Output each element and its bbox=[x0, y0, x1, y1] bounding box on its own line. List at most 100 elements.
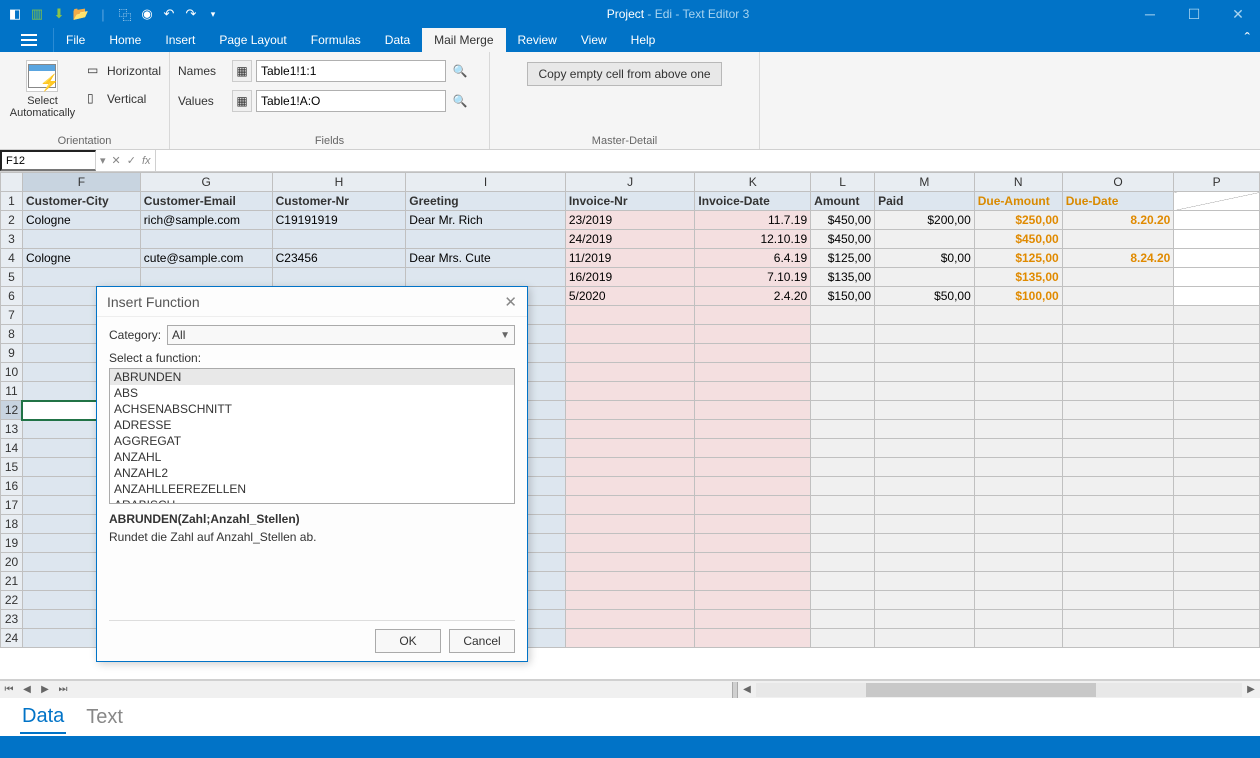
cell[interactable] bbox=[875, 268, 975, 287]
cell[interactable]: 5/2020 bbox=[565, 287, 695, 306]
cell[interactable] bbox=[875, 420, 975, 439]
cell[interactable]: Due-Amount bbox=[974, 192, 1062, 211]
cell[interactable] bbox=[1174, 211, 1260, 230]
cell[interactable] bbox=[1174, 496, 1260, 515]
cell[interactable] bbox=[875, 458, 975, 477]
copy-icon[interactable]: ⿻ bbox=[116, 5, 134, 23]
save-icon[interactable]: ⬇ bbox=[50, 5, 68, 23]
cell[interactable] bbox=[974, 515, 1062, 534]
row-header[interactable]: 2 bbox=[1, 211, 23, 230]
cell[interactable] bbox=[1062, 344, 1174, 363]
cell[interactable] bbox=[565, 420, 695, 439]
cell[interactable] bbox=[1174, 192, 1260, 211]
cell[interactable] bbox=[875, 534, 975, 553]
cell[interactable] bbox=[811, 477, 875, 496]
row-header[interactable]: 10 bbox=[1, 363, 23, 382]
cell[interactable] bbox=[695, 496, 811, 515]
cell[interactable] bbox=[811, 610, 875, 629]
cell[interactable] bbox=[1174, 344, 1260, 363]
names-search-icon[interactable]: 🔍 bbox=[450, 60, 470, 82]
cell[interactable] bbox=[974, 591, 1062, 610]
cell[interactable]: 16/2019 bbox=[565, 268, 695, 287]
row-header[interactable]: 11 bbox=[1, 382, 23, 401]
cell[interactable]: $0,00 bbox=[875, 249, 975, 268]
cell[interactable] bbox=[811, 515, 875, 534]
cell[interactable] bbox=[695, 591, 811, 610]
cell[interactable] bbox=[1062, 553, 1174, 572]
cell[interactable] bbox=[695, 515, 811, 534]
cell[interactable] bbox=[875, 496, 975, 515]
cell[interactable] bbox=[811, 458, 875, 477]
cell[interactable] bbox=[1062, 420, 1174, 439]
cell[interactable] bbox=[811, 363, 875, 382]
cell[interactable]: 11.7.19 bbox=[695, 211, 811, 230]
cell[interactable]: 24/2019 bbox=[565, 230, 695, 249]
cell[interactable]: Customer-Email bbox=[140, 192, 272, 211]
col-header[interactable]: P bbox=[1174, 173, 1260, 192]
file-menu-icon[interactable] bbox=[4, 28, 54, 52]
cell[interactable] bbox=[695, 382, 811, 401]
cell[interactable]: $100,00 bbox=[974, 287, 1062, 306]
cell[interactable]: $150,00 bbox=[811, 287, 875, 306]
cell[interactable]: $450,00 bbox=[974, 230, 1062, 249]
cell[interactable] bbox=[565, 496, 695, 515]
cell[interactable]: $135,00 bbox=[811, 268, 875, 287]
cell[interactable] bbox=[565, 477, 695, 496]
cell[interactable] bbox=[974, 382, 1062, 401]
cell[interactable]: Greeting bbox=[406, 192, 566, 211]
cell[interactable] bbox=[811, 534, 875, 553]
cell[interactable] bbox=[875, 572, 975, 591]
row-header[interactable]: 17 bbox=[1, 496, 23, 515]
cell[interactable] bbox=[1174, 268, 1260, 287]
row-header[interactable]: 23 bbox=[1, 610, 23, 629]
function-item[interactable]: ANZAHL2 bbox=[110, 465, 514, 481]
row-header[interactable]: 5 bbox=[1, 268, 23, 287]
row-header[interactable]: 14 bbox=[1, 439, 23, 458]
cell[interactable]: Cologne bbox=[22, 249, 140, 268]
cell[interactable] bbox=[875, 591, 975, 610]
cell[interactable] bbox=[565, 401, 695, 420]
cell[interactable] bbox=[695, 306, 811, 325]
cell[interactable] bbox=[695, 439, 811, 458]
cell[interactable] bbox=[974, 306, 1062, 325]
cell[interactable] bbox=[1174, 287, 1260, 306]
cell[interactable] bbox=[1062, 287, 1174, 306]
vertical-button[interactable]: ▯Vertical bbox=[87, 88, 161, 110]
cell[interactable] bbox=[1174, 363, 1260, 382]
cell[interactable] bbox=[1062, 610, 1174, 629]
cell[interactable] bbox=[695, 420, 811, 439]
cell[interactable]: Invoice-Date bbox=[695, 192, 811, 211]
cell[interactable] bbox=[565, 306, 695, 325]
cell[interactable]: Dear Mr. Rich bbox=[406, 211, 566, 230]
cell[interactable] bbox=[1062, 477, 1174, 496]
qat-dropdown-icon[interactable]: ▾ bbox=[204, 5, 222, 23]
menu-review[interactable]: Review bbox=[506, 28, 569, 52]
row-header[interactable]: 8 bbox=[1, 325, 23, 344]
cell[interactable]: $50,00 bbox=[875, 287, 975, 306]
cell[interactable]: Dear Mrs. Cute bbox=[406, 249, 566, 268]
cell[interactable] bbox=[1062, 401, 1174, 420]
row-header[interactable]: 20 bbox=[1, 553, 23, 572]
close-button[interactable]: ✕ bbox=[1216, 0, 1260, 28]
function-item[interactable]: ARABISCH bbox=[110, 497, 514, 504]
cell[interactable] bbox=[875, 515, 975, 534]
cell[interactable]: $450,00 bbox=[811, 211, 875, 230]
cell[interactable] bbox=[875, 553, 975, 572]
row-header[interactable]: 22 bbox=[1, 591, 23, 610]
cell[interactable] bbox=[1174, 629, 1260, 648]
menu-mail-merge[interactable]: Mail Merge bbox=[422, 28, 505, 52]
cell[interactable] bbox=[1062, 458, 1174, 477]
cell[interactable] bbox=[811, 344, 875, 363]
cell[interactable] bbox=[811, 382, 875, 401]
cell[interactable] bbox=[875, 325, 975, 344]
cell[interactable]: Customer-Nr bbox=[272, 192, 406, 211]
cell[interactable]: Due-Date bbox=[1062, 192, 1174, 211]
row-header[interactable]: 19 bbox=[1, 534, 23, 553]
open-icon[interactable]: 📂 bbox=[72, 5, 90, 23]
row-header[interactable]: 6 bbox=[1, 287, 23, 306]
cell[interactable]: 2.4.20 bbox=[695, 287, 811, 306]
cell[interactable] bbox=[1062, 496, 1174, 515]
cancel-formula-icon[interactable]: ✕ bbox=[112, 154, 121, 167]
cell[interactable] bbox=[1062, 325, 1174, 344]
cell[interactable] bbox=[695, 325, 811, 344]
